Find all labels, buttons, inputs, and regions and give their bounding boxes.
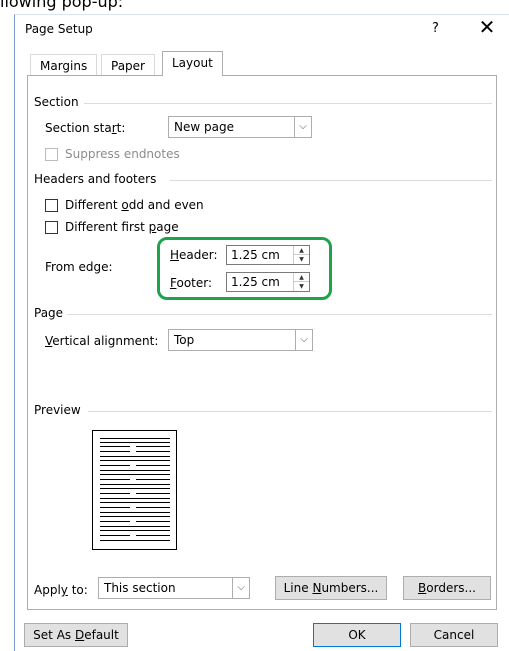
close-button[interactable]: ✕ [475, 16, 499, 38]
first-page-checkbox[interactable] [45, 221, 58, 234]
dialog-title: Page Setup [25, 22, 93, 36]
chevron-down-icon: ⌵ [232, 578, 249, 598]
section-start-value: New page [174, 120, 234, 134]
borders-button[interactable]: Borders... [403, 576, 491, 600]
from-edge-label: From edge: [45, 260, 113, 274]
tab-layout-label: Layout [172, 56, 213, 70]
tab-paper-label: Paper [111, 59, 145, 73]
vertical-alignment-value: Top [174, 333, 195, 347]
odd-even-checkbox[interactable] [45, 199, 58, 212]
tab-margins-label: Margins [40, 59, 88, 73]
section-title: Section [34, 95, 83, 109]
tab-paper[interactable]: Paper [101, 54, 155, 76]
tab-margins[interactable]: Margins [30, 54, 98, 76]
chevron-down-icon: ⌵ [294, 117, 311, 137]
apply-to-value: This section [104, 581, 176, 595]
section-start-select[interactable]: New page ⌵ [168, 116, 312, 138]
caption-text: llowing pop-up: [0, 0, 124, 11]
chevron-down-icon: ⌵ [295, 330, 312, 350]
suppress-endnotes-checkbox[interactable] [45, 148, 58, 161]
help-button[interactable]: ? [432, 21, 439, 36]
section-start-label: Section start: [45, 121, 126, 135]
headers-footers-title: Headers and footers [34, 172, 161, 186]
apply-to-select[interactable]: This section ⌵ [98, 577, 250, 599]
set-as-default-button[interactable]: Set As Default [24, 623, 128, 647]
cancel-button[interactable]: Cancel [410, 623, 498, 647]
ok-button[interactable]: OK [313, 623, 401, 647]
tab-layout[interactable]: Layout [162, 51, 223, 76]
caption-strip: llowing pop-up: [0, 0, 509, 14]
section-rule [84, 103, 492, 104]
first-page-label: Different first page [65, 220, 179, 234]
suppress-endnotes-label: Suppress endnotes [65, 147, 180, 161]
page-rule [65, 314, 492, 315]
page-group-title: Page [34, 306, 68, 320]
odd-even-label: Different odd and even [65, 198, 204, 212]
highlight-annotation [157, 237, 332, 300]
preview-rule [88, 411, 492, 412]
vertical-alignment-select[interactable]: Top ⌵ [168, 329, 313, 351]
vertical-alignment-label: Vertical alignment: [45, 334, 159, 348]
headers-footers-rule [170, 180, 492, 181]
preview-title: Preview [34, 403, 85, 417]
preview-page-thumbnail [92, 430, 177, 550]
line-numbers-button[interactable]: Line Numbers... [275, 576, 387, 600]
apply-to-label: Apply to: [34, 583, 88, 597]
